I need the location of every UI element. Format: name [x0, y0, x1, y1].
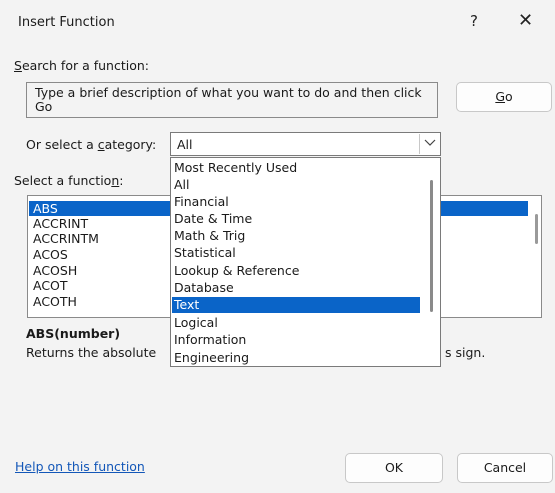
- function-list-label: Select a function:: [14, 173, 123, 188]
- dialog-title: Insert Function: [18, 15, 115, 30]
- function-signature: ABS(number): [26, 326, 121, 341]
- go-button[interactable]: Go: [456, 82, 552, 112]
- ok-button[interactable]: OK: [345, 453, 443, 483]
- category-option-engineering[interactable]: Engineering: [174, 350, 419, 366]
- category-dropdown-toggle[interactable]: [419, 134, 439, 154]
- function-item-acos[interactable]: ACOS: [33, 247, 68, 262]
- category-option-all[interactable]: All: [174, 177, 419, 193]
- function-item-acosh[interactable]: ACOSH: [33, 263, 77, 278]
- chevron-down-icon: [424, 139, 436, 146]
- category-select[interactable]: All: [170, 132, 441, 156]
- function-description-tail: s sign.: [445, 345, 486, 360]
- category-label-pre: Or select a: [26, 137, 98, 152]
- category-option-math-trig[interactable]: Math & Trig: [174, 228, 419, 244]
- search-label-accel: S: [14, 58, 22, 73]
- category-dropdown-scrollbar[interactable]: [430, 180, 433, 312]
- category-option-statistical[interactable]: Statistical: [174, 245, 419, 261]
- function-list-scrollbar[interactable]: [535, 214, 538, 244]
- function-description: Returns the absolute: [26, 345, 157, 360]
- function-item-accrint[interactable]: ACCRINT: [33, 216, 88, 231]
- function-label-post: :: [119, 173, 124, 188]
- category-option-database[interactable]: Database: [174, 280, 419, 296]
- category-label-accel: c: [97, 137, 105, 152]
- search-label: Search for a function:: [14, 58, 149, 73]
- function-item-acot[interactable]: ACOT: [33, 278, 68, 293]
- category-option-lookup-reference[interactable]: Lookup & Reference: [174, 263, 419, 279]
- go-text: o: [505, 89, 513, 104]
- function-item-accrintm[interactable]: ACCRINTM: [33, 231, 99, 246]
- category-option-date-time[interactable]: Date & Time: [174, 211, 419, 227]
- search-label-text: earch for a function:: [21, 58, 149, 73]
- function-label-pre: Select a functio: [14, 173, 112, 188]
- category-option-most-recently-used[interactable]: Most Recently Used: [174, 160, 419, 176]
- category-option-financial[interactable]: Financial: [174, 194, 419, 210]
- help-button[interactable]: ?: [470, 12, 478, 30]
- category-option-logical[interactable]: Logical: [174, 315, 419, 331]
- category-option-text[interactable]: Text: [172, 297, 420, 313]
- category-selected-value: All: [177, 137, 193, 152]
- category-dropdown-list[interactable]: Most Recently Used All Financial Date & …: [170, 157, 441, 367]
- category-label: Or select a category:: [26, 137, 156, 152]
- category-option-information[interactable]: Information: [174, 332, 419, 348]
- function-item-acoth[interactable]: ACOTH: [33, 294, 77, 309]
- search-input[interactable]: Type a brief description of what you wan…: [26, 82, 438, 118]
- category-label-post: ategory:: [104, 137, 157, 152]
- cancel-button[interactable]: Cancel: [457, 453, 553, 483]
- go-accel: G: [495, 89, 506, 104]
- help-on-function-link[interactable]: Help on this function: [15, 459, 145, 474]
- close-button[interactable]: ✕: [518, 10, 533, 31]
